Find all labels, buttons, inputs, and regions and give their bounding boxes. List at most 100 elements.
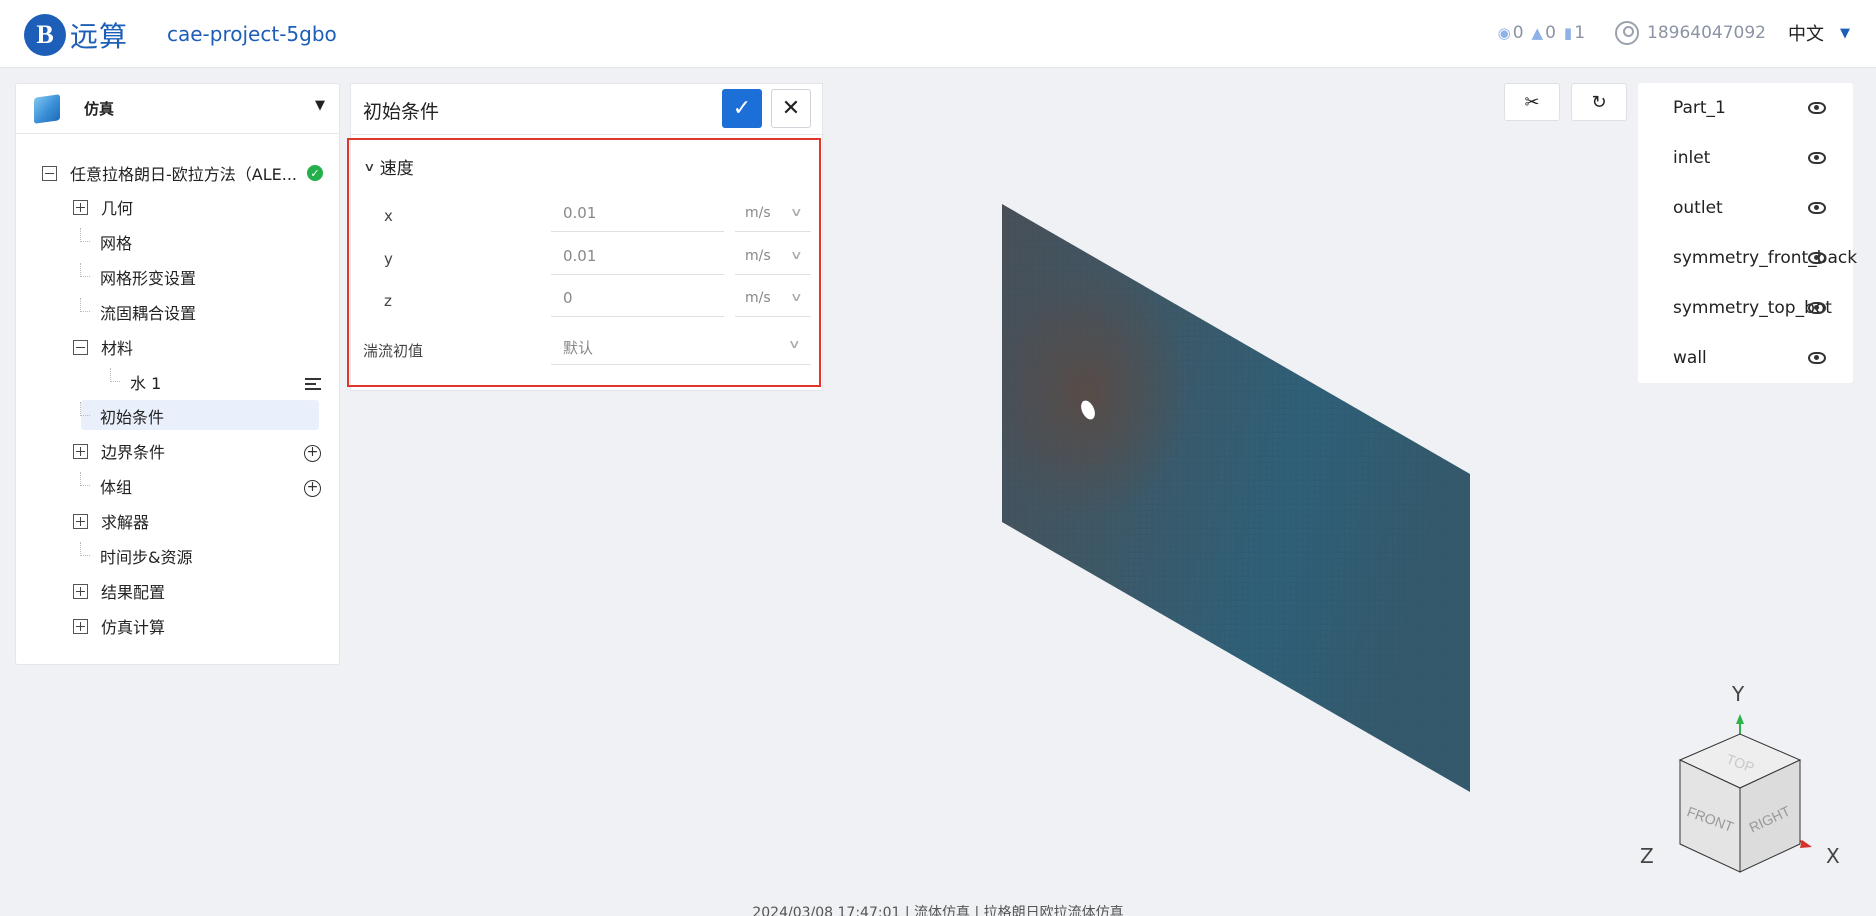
model-viewport[interactable] — [1002, 204, 1472, 792]
eye-icon[interactable] — [1808, 302, 1826, 314]
tree-item-initial[interactable]: 初始条件 — [100, 403, 164, 429]
tree-item-result-config[interactable]: 结果配置 — [73, 578, 165, 604]
unit-label: m/s — [745, 248, 771, 264]
velocity-z-unit-select[interactable]: m/s ∨ — [735, 281, 811, 317]
tree-item-sim-compute[interactable]: 仿真计算 — [73, 613, 165, 639]
collapse-icon[interactable] — [42, 165, 57, 181]
part-name: Part_1 — [1673, 98, 1726, 118]
top-bar: B 远算 cae-project-5gbo ◉ 0 ▲ 0 ▮ 1 189640470… — [0, 0, 1876, 68]
add-circle-icon[interactable]: + — [304, 480, 321, 497]
velocity-x-label: x — [384, 207, 393, 225]
tree-item-mesh-deform[interactable]: 网格形变设置 — [100, 264, 196, 290]
parts-list: Part_1 inlet outlet symmetry_front_back … — [1638, 83, 1857, 383]
eye-icon[interactable] — [1808, 102, 1826, 114]
unit-label: m/s — [745, 205, 771, 221]
tree-item-fsi[interactable]: 流固耦合设置 — [100, 299, 196, 325]
check-icon: ✓ — [732, 96, 752, 121]
tree-branch — [80, 472, 90, 486]
logo-icon: B — [24, 14, 66, 56]
tree-item-label: 时间步&资源 — [100, 548, 193, 567]
part-row[interactable]: outlet — [1638, 183, 1853, 233]
tree-root-label: 任意拉格朗日-欧拉方法（ALE... — [70, 165, 298, 184]
eye-icon[interactable] — [1808, 252, 1826, 264]
tree-item-label: 初始条件 — [100, 408, 165, 427]
tree-item-boundary[interactable]: 边界条件 — [73, 438, 165, 464]
tree-item-time-step[interactable]: 时间步&资源 — [100, 543, 192, 569]
z-axis-label: Z — [1640, 844, 1654, 868]
close-icon: ✕ — [781, 96, 801, 121]
status-footer: 2024/03/08 17:47:01 | 流体仿真 | 拉格朗日欧拉流体仿真 — [752, 905, 1124, 916]
check-circle-icon: ✓ — [307, 165, 324, 181]
tree-item-material[interactable]: 材料 — [73, 334, 133, 360]
x-axis-label: X — [1826, 844, 1840, 868]
chevron-down-icon: ∨ — [363, 159, 376, 174]
copies-stat[interactable]: ▮ 1 — [1564, 23, 1585, 43]
velocity-x-input[interactable]: 0.01 — [551, 196, 724, 232]
expand-icon[interactable] — [73, 199, 88, 215]
collapse-icon[interactable] — [73, 339, 88, 355]
refresh-icon: ↻ — [1591, 91, 1607, 113]
tree-root[interactable]: 任意拉格朗日-欧拉方法（ALE... ✓ — [42, 160, 324, 186]
header-right: ◉ 0 ▲ 0 ▮ 1 18964047092 中文 ▼ — [1498, 20, 1850, 46]
logo[interactable]: B 远算 — [24, 14, 128, 56]
tree-item-body-group[interactable]: 体组 — [100, 473, 132, 499]
velocity-y-unit-select[interactable]: m/s ∨ — [735, 239, 811, 275]
eye-icon[interactable] — [1808, 352, 1826, 364]
panel-header[interactable]: 仿真 ▼ — [16, 84, 339, 134]
expand-icon[interactable] — [73, 443, 88, 459]
tree-branch — [80, 542, 90, 556]
part-row[interactable]: Part_1 — [1638, 83, 1853, 133]
part-row[interactable]: symmetry_front_back — [1638, 233, 1857, 283]
tree-item-solver[interactable]: 求解器 — [73, 508, 149, 534]
tree-item-water[interactable]: 水 1 — [130, 369, 161, 395]
part-row[interactable]: wall — [1638, 333, 1853, 383]
close-button[interactable]: ✕ — [771, 89, 811, 128]
part-name: inlet — [1673, 148, 1711, 168]
part-name: symmetry_front_back — [1673, 248, 1858, 268]
expand-icon[interactable] — [73, 513, 88, 529]
velocity-z-label: z — [384, 292, 392, 310]
tree-branch — [80, 263, 90, 277]
add-circle-icon[interactable]: + — [304, 445, 321, 462]
velocity-z-input[interactable]: 0 — [551, 281, 724, 317]
chevron-down-icon: ∨ — [790, 248, 804, 262]
velocity-section-toggle[interactable]: ∨ 速度 — [363, 154, 414, 179]
velocity-y-input[interactable]: 0.01 — [551, 239, 724, 275]
caret-down-icon[interactable]: ▼ — [315, 98, 325, 113]
tree-branch — [80, 402, 90, 416]
part-row[interactable]: symmetry_top_bot — [1638, 283, 1853, 333]
reset-view-button[interactable]: ↻ — [1571, 83, 1627, 121]
confirm-button[interactable]: ✓ — [722, 89, 762, 128]
caret-down-icon[interactable]: ▼ — [1840, 26, 1850, 41]
eye-icon[interactable] — [1808, 202, 1826, 214]
x-axis-arrow — [1800, 840, 1812, 848]
eye-icon: ◉ — [1497, 24, 1511, 42]
views-stat[interactable]: ◉ 0 — [1498, 23, 1524, 43]
tree-item-label: 边界条件 — [101, 443, 166, 462]
project-name[interactable]: cae-project-5gbo — [167, 22, 337, 46]
expand-icon[interactable] — [73, 618, 88, 634]
tree-item-label: 结果配置 — [101, 583, 166, 602]
tree-item-label: 网格形变设置 — [100, 269, 197, 288]
tree-item-mesh[interactable]: 网格 — [100, 229, 132, 255]
initial-conditions-panel: 初始条件 ✓ ✕ ∨ 速度 x 0.01 m/s ∨ y 0.01 m/s ∨ z … — [347, 83, 824, 391]
tree-branch — [110, 368, 120, 382]
tree-branch — [80, 298, 90, 312]
chevron-down-icon: ∨ — [790, 205, 804, 219]
velocity-x-unit-select[interactable]: m/s ∨ — [735, 196, 811, 232]
part-row[interactable]: inlet — [1638, 133, 1853, 183]
tree-item-label: 网格 — [100, 234, 133, 253]
list-menu-icon[interactable] — [305, 378, 321, 392]
eye-icon[interactable] — [1808, 152, 1826, 164]
language-selector[interactable]: 中文 — [1788, 20, 1824, 46]
tree-branch — [80, 228, 90, 242]
likes-stat[interactable]: ▲ 0 — [1532, 23, 1556, 43]
part-name: outlet — [1673, 198, 1723, 218]
user-menu[interactable]: 18964047092 — [1615, 21, 1766, 45]
tree-item-geometry[interactable]: 几何 — [73, 194, 133, 220]
clip-tool-button[interactable]: ✂ — [1504, 83, 1560, 121]
scissors-icon: ✂ — [1524, 91, 1540, 113]
turbulence-select[interactable]: 默认 ∨ — [551, 329, 811, 365]
expand-icon[interactable] — [73, 583, 88, 599]
velocity-shading — [1002, 204, 1470, 792]
